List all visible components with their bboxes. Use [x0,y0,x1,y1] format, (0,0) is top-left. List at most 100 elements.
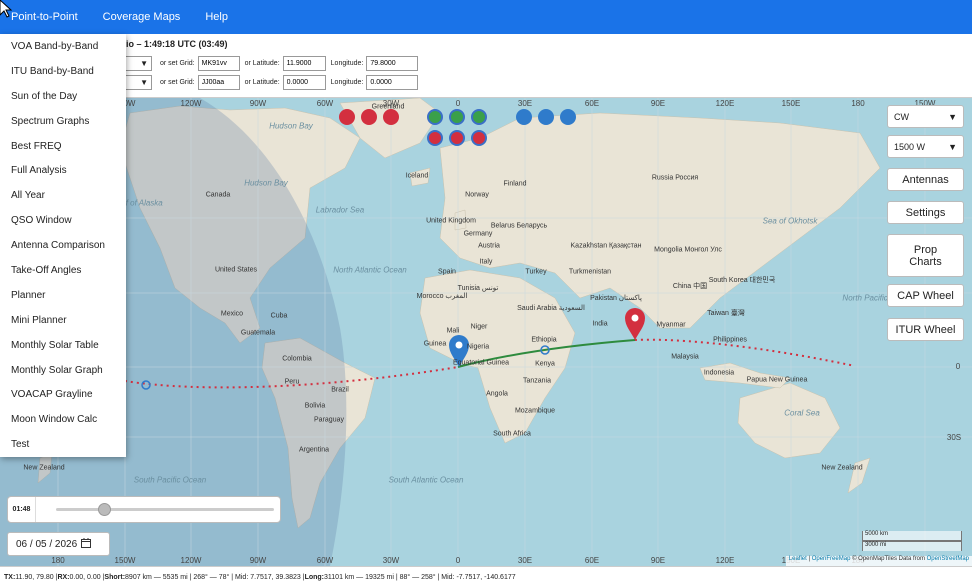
band-dots-green [427,109,487,125]
menu-item-test[interactable]: Test [0,432,126,457]
chevron-down-icon: ▼ [140,78,148,87]
status-rx-value: 0.00, 0.00 | [69,574,105,581]
antennas-button[interactable]: Antennas [887,168,964,191]
lon-label: 0 [455,99,461,108]
time-slider-panel: 01:48 [7,496,281,523]
place-label: Finland [503,180,527,188]
place-label: Mongolia Монгол Улс [654,246,722,254]
rx-location-select[interactable]: ▼ [126,75,152,90]
tx-location-select[interactable]: ▼ [126,56,152,71]
menu-item-take-off-angles[interactable]: Take-Off Angles [0,258,126,283]
tx-lat-label: or Latitude: [244,60,280,67]
rx-lat-input[interactable] [282,75,326,90]
band-dot[interactable] [471,109,487,125]
place-label: Russia Россия [651,174,699,182]
lon-label: 30E [517,556,533,565]
openstreetmap-link[interactable]: OpenStreetMap [927,556,969,562]
place-label: South Korea 대한민국 [708,277,776,284]
place-label: Equatorial Guinea [452,359,510,367]
menu-item-moon-window-calc[interactable]: Moon Window Calc [0,407,126,432]
lon-label: 0 [455,556,461,565]
band-dot[interactable] [427,109,443,125]
tx-lon-label: Longitude: [330,60,364,67]
band-dot[interactable] [538,109,554,125]
place-label: Nigeria [466,343,490,351]
menu-item-voa-band-by-band[interactable]: VOA Band-by-Band [0,34,126,59]
lon-label: 180 [51,556,65,565]
tx-grid-label: or set Grid: [160,60,195,67]
band-dot[interactable] [449,130,465,146]
band-dot[interactable] [471,130,487,146]
band-dot[interactable] [361,109,377,125]
lon-label: 30E [517,99,533,108]
menu-item-monthly-solar-graph[interactable]: Monthly Solar Graph [0,358,126,383]
place-label: Mali [446,327,460,335]
band-dots-red2 [427,130,487,146]
chevron-down-icon: ▼ [948,111,957,122]
band-dot[interactable] [427,130,443,146]
band-dot[interactable] [516,109,532,125]
ocean-label: South Atlantic Ocean [388,475,464,485]
openfreemap-link[interactable]: OpenFreeMap [812,556,851,562]
place-label: New Zealand [821,464,863,472]
menu-item-monthly-solar-table[interactable]: Monthly Solar Table [0,333,126,358]
menu-item-qso-window[interactable]: QSO Window [0,208,126,233]
time-slider[interactable] [56,503,274,516]
utc-title: io – 1:49:18 UTC (03:49) [126,39,228,49]
nav-coverage-maps[interactable]: Coverage Maps [103,11,181,23]
cap-wheel-button[interactable]: CAP Wheel [887,284,964,307]
calendar-icon[interactable] [81,537,92,551]
rx-lon-input[interactable] [366,75,419,90]
place-label: Indonesia [703,369,735,377]
time-slider-handle[interactable] [97,503,111,516]
tx-marker-pin [625,308,645,340]
place-label: Belarus Беларусь [490,222,548,230]
menu-item-sun-of-the-day[interactable]: Sun of the Day [0,84,126,109]
place-label: Argentina [299,446,329,454]
lon-label: 90E [650,99,666,108]
place-label: Tanzania [522,377,552,385]
leaflet-link[interactable]: Leaflet [789,556,807,562]
status-long-value: 31101 km — 19325 mi | 88° — 258° | Mid: … [324,574,516,581]
band-dot[interactable] [383,109,399,125]
place-label: Morocco المغرب [416,293,468,300]
band-dot[interactable] [560,109,576,125]
rx-location-row: ▼ or set Grid: or Latitude: Longitude: [126,75,423,90]
band-dot[interactable] [449,109,465,125]
status-long-label: Long: [304,574,325,581]
tx-location-row: ▼ or set Grid: or Latitude: Longitude: [126,56,423,71]
menu-item-full-analysis[interactable]: Full Analysis [0,158,126,183]
nav-help[interactable]: Help [205,11,228,23]
settings-button[interactable]: Settings [887,201,964,224]
menu-item-all-year[interactable]: All Year [0,183,126,208]
scale-km: 5000 km [862,531,962,541]
lon-label: 30W [382,556,400,565]
power-select[interactable]: 1500 W ▼ [887,135,964,158]
menu-item-antenna-comparison[interactable]: Antenna Comparison [0,233,126,258]
prop-charts-button[interactable]: Prop Charts [887,234,964,277]
band-dot[interactable] [339,109,355,125]
status-short-value: 8907 km — 5535 mi | 268° — 78° | Mid: 7.… [125,574,305,581]
tx-grid-input[interactable] [197,56,240,71]
date-input[interactable]: 06 / 05 / 2026 [7,532,110,556]
place-label: Greenland [371,103,405,111]
menu-item-spectrum-graphs[interactable]: Spectrum Graphs [0,109,126,134]
tx-lon-input[interactable] [366,56,419,71]
menu-item-itu-band-by-band[interactable]: ITU Band-by-Band [0,59,126,84]
place-label: Cuba [270,312,288,320]
place-label: Iceland [405,172,429,180]
menu-item-planner[interactable]: Planner [0,283,126,308]
menu-item-best-freq[interactable]: Best FREQ [0,134,126,159]
mode-select[interactable]: CW ▼ [887,105,964,128]
lon-label: 120W [180,556,202,565]
attrib-text: © OpenMapTiles Data from [850,556,927,562]
rx-grid-input[interactable] [197,75,240,90]
menu-item-mini-planner[interactable]: Mini Planner [0,308,126,333]
map-attribution: Leaflet | OpenFreeMap © OpenMapTiles Dat… [785,556,972,566]
menu-item-voacap-grayline[interactable]: VOACAP Grayline [0,382,126,407]
tx-lat-input[interactable] [282,56,326,71]
itur-wheel-button[interactable]: ITUR Wheel [887,318,964,341]
place-label: Austria [478,242,500,250]
place-label: Pakistan پاکستان [590,295,642,302]
nav-point-to-point[interactable]: Point-to-Point [11,11,78,23]
